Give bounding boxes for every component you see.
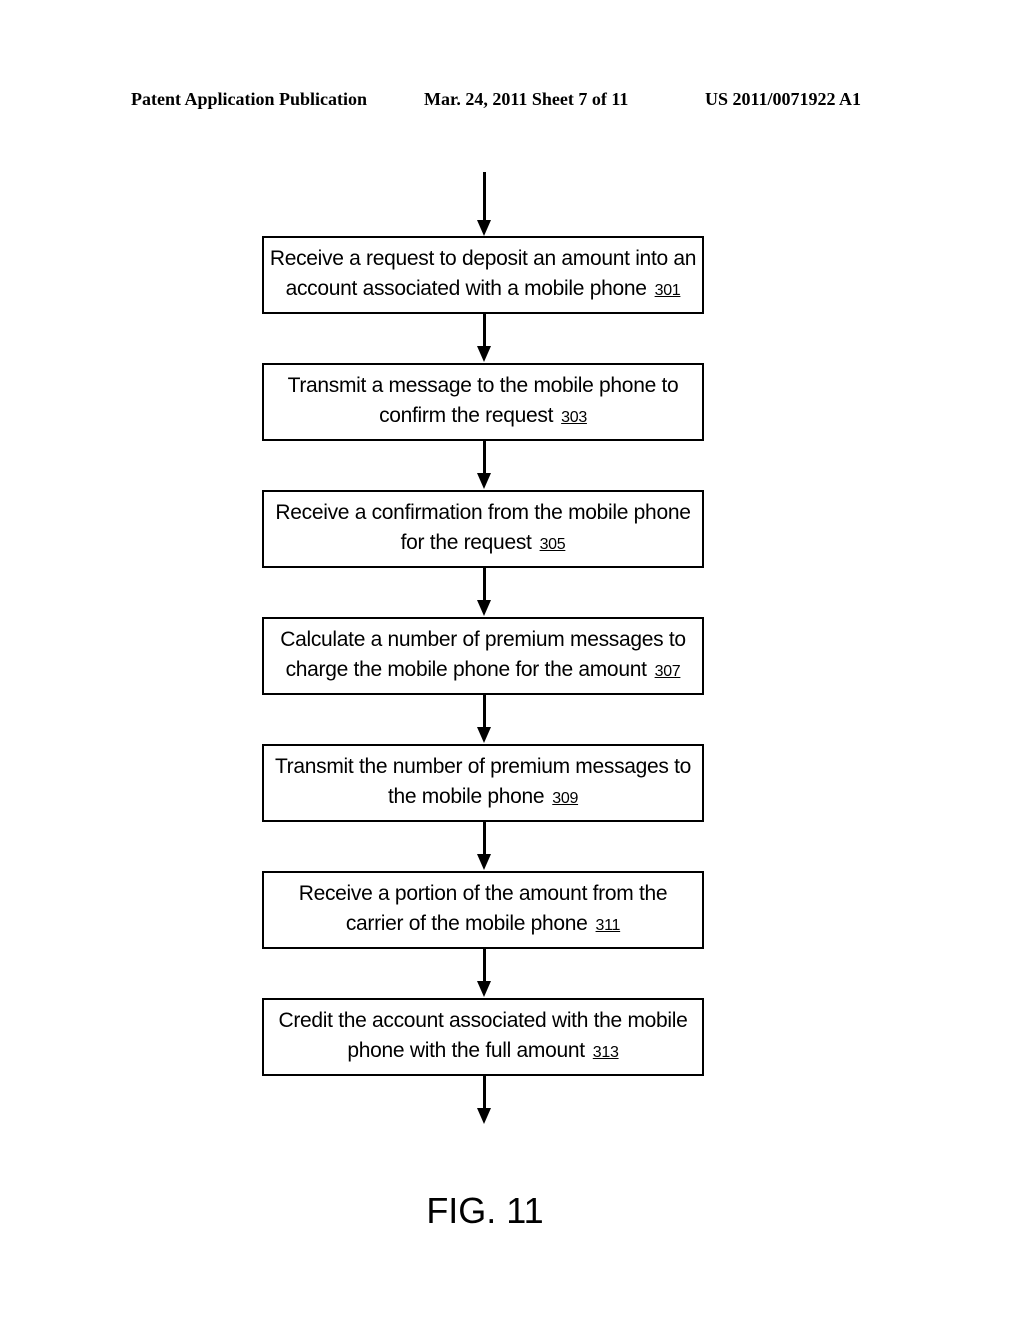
- connector-arrow-head: [477, 854, 491, 870]
- step-ref: 311: [595, 917, 621, 934]
- step-box-305: Receive a confirmation from the mobile p…: [262, 490, 704, 568]
- entry-arrow-line: [483, 172, 486, 222]
- step-text: Transmit the number of premium messages …: [274, 755, 692, 808]
- step-text: Calculate a number of premium messages t…: [280, 628, 686, 681]
- figure-label: FIG. 11: [426, 1190, 544, 1231]
- step-ref: 303: [561, 409, 587, 426]
- step-ref: 313: [592, 1044, 619, 1061]
- flowchart: Receive a request to deposit an amount i…: [0, 0, 1024, 1320]
- connector-line: [483, 314, 486, 348]
- connector-arrow-head: [477, 727, 491, 743]
- step-box-313: Credit the account associated with the m…: [262, 998, 704, 1076]
- connector-line: [483, 568, 486, 602]
- connector-line: [483, 695, 486, 729]
- connector-arrow-head: [477, 473, 491, 489]
- step-box-307: Calculate a number of premium messages t…: [262, 617, 704, 695]
- exit-arrow-line: [483, 1076, 486, 1110]
- connector-line: [483, 822, 486, 856]
- connector-arrow-head: [477, 346, 491, 362]
- step-ref: 307: [654, 663, 681, 680]
- step-box-309: Transmit the number of premium messages …: [262, 744, 704, 822]
- exit-arrow-head: [477, 1108, 491, 1124]
- step-box-303: Transmit a message to the mobile phone t…: [262, 363, 704, 441]
- step-text: Receive a confirmation from the mobile p…: [275, 501, 691, 554]
- connector-line: [483, 441, 486, 475]
- step-text: Transmit a message to the mobile phone t…: [287, 374, 679, 427]
- step-box-301: Receive a request to deposit an amount i…: [262, 236, 704, 314]
- step-text: Credit the account associated with the m…: [278, 1009, 688, 1062]
- step-ref: 301: [654, 282, 681, 299]
- step-ref: 305: [539, 536, 566, 553]
- step-box-311: Receive a portion of the amount from the…: [262, 871, 704, 949]
- connector-line: [483, 949, 486, 983]
- connector-arrow-head: [477, 600, 491, 616]
- entry-arrow-head: [477, 220, 491, 236]
- step-ref: 309: [552, 790, 579, 807]
- step-text: Receive a request to deposit an amount i…: [269, 247, 697, 300]
- connector-arrow-head: [477, 981, 491, 997]
